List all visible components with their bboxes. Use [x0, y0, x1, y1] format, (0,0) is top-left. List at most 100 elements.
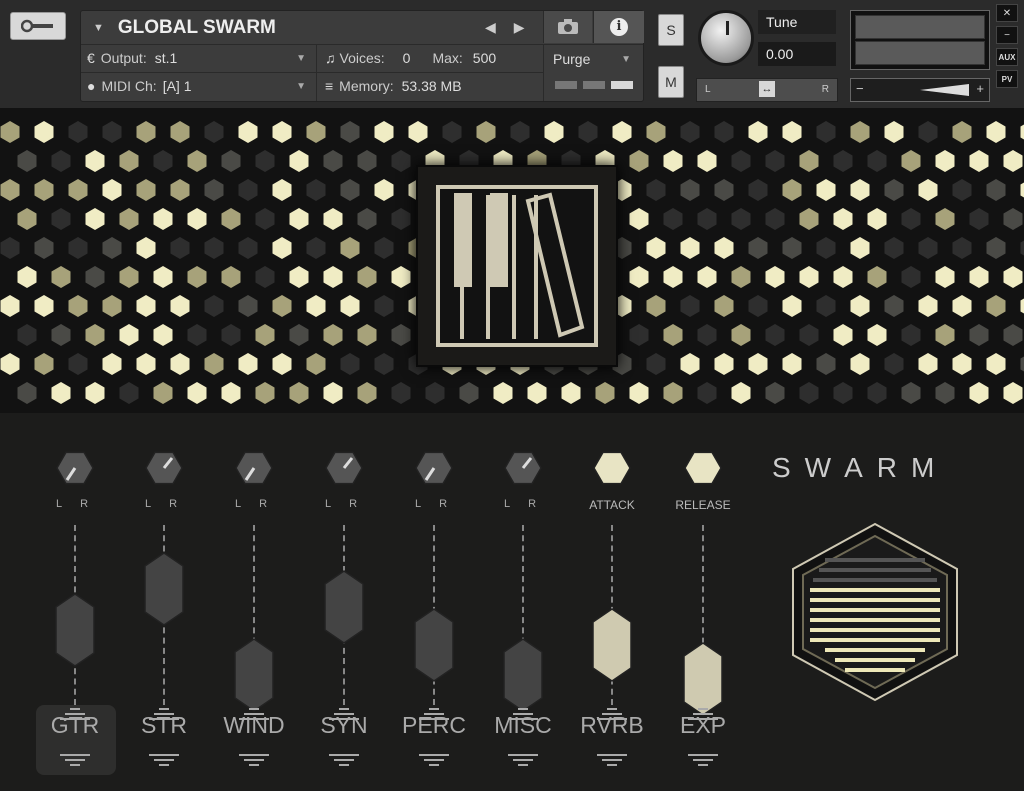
pan-slider[interactable]: L ↔ R: [696, 78, 838, 102]
hex-cell: [850, 237, 870, 259]
hex-cell: [663, 324, 683, 346]
release-knob[interactable]: [683, 448, 723, 488]
midi-channel-selector[interactable]: ● MIDI Ch: [A] 1 ▼: [87, 73, 312, 99]
hex-cell: [986, 121, 1006, 143]
hex-cell: [17, 324, 37, 346]
hex-cell: [187, 266, 207, 288]
next-arrow-icon[interactable]: ▶: [514, 19, 525, 36]
attack-knob[interactable]: [592, 448, 632, 488]
hex-cell: [255, 324, 275, 346]
exp-fader[interactable]: [683, 642, 723, 716]
hex-cell: [221, 208, 241, 230]
wind-pan-knob[interactable]: [234, 448, 274, 488]
hex-cell: [119, 150, 139, 172]
misc-channel-label[interactable]: MISC: [478, 712, 568, 739]
solo-button[interactable]: S: [658, 14, 684, 46]
hex-cell: [629, 208, 649, 230]
hex-cell: [425, 382, 445, 404]
hex-cell: [952, 295, 972, 317]
str-channel-label[interactable]: STR: [119, 712, 209, 739]
exp-channel-label[interactable]: EXP: [658, 712, 748, 739]
misc-fader[interactable]: [503, 637, 543, 712]
wrench-icon[interactable]: [10, 12, 66, 40]
wind-fader[interactable]: [234, 637, 274, 712]
misc-pan-knob[interactable]: [503, 448, 543, 488]
gtr-fader[interactable]: [55, 592, 95, 667]
perc-pan-knob[interactable]: [414, 448, 454, 488]
hex-cell: [952, 179, 972, 201]
hex-cell: [1020, 124, 1024, 140]
output-selector[interactable]: € Output: st.1 ▼: [87, 45, 312, 71]
pan-handle[interactable]: ↔: [759, 81, 775, 97]
syn-pan-knob[interactable]: [324, 448, 364, 488]
grille-line: [810, 618, 940, 622]
hex-cell: [340, 179, 360, 201]
hex-cell: [935, 324, 955, 346]
hex-cell: [391, 208, 411, 230]
hex-cell: [935, 266, 955, 288]
rvrb-channel-label[interactable]: RVRB: [567, 712, 657, 739]
hex-cell: [714, 121, 734, 143]
hex-cell: [1003, 382, 1023, 404]
hex-cell: [935, 382, 955, 404]
hex-cell: [782, 179, 802, 201]
hex-cell: [952, 121, 972, 143]
hex-cell: [391, 266, 411, 288]
swarm-trigger-button[interactable]: [790, 522, 960, 702]
hex-cell: [918, 353, 938, 375]
hex-cell: [646, 179, 666, 201]
hex-cell: [51, 324, 71, 346]
max-voices-field[interactable]: 500: [473, 50, 496, 66]
volume-minus[interactable]: −: [856, 81, 864, 96]
hex-cell: [748, 237, 768, 259]
hex-cell: [408, 121, 428, 143]
purge-menu[interactable]: Purge ▼: [543, 45, 643, 73]
hex-cell: [510, 121, 530, 143]
instrument-name: GLOBAL SWARM: [117, 17, 276, 38]
gtr-pan-knob[interactable]: [55, 448, 95, 488]
perc-channel-label[interactable]: PERC: [389, 712, 479, 739]
syn-fader[interactable]: [324, 570, 364, 644]
camera-icon[interactable]: [543, 11, 592, 43]
pv-button[interactable]: PV: [996, 70, 1018, 88]
attack-label: ATTACK: [589, 498, 635, 512]
tune-value[interactable]: 0.00: [758, 42, 836, 66]
volume-slider[interactable]: − +: [850, 78, 990, 102]
gtr-channel-label[interactable]: GTR: [30, 712, 120, 739]
collapse-arrow-icon[interactable]: ▼: [93, 22, 104, 34]
hex-cell: [0, 237, 20, 259]
hex-cell: [357, 324, 377, 346]
volume-plus[interactable]: +: [976, 81, 984, 96]
grille-line: [810, 598, 940, 602]
hex-cell: [1003, 266, 1023, 288]
rvrb-fader[interactable]: [592, 607, 632, 682]
str-fader[interactable]: [144, 552, 184, 626]
tune-knob[interactable]: [698, 10, 754, 66]
hex-cell: [238, 353, 258, 375]
mute-button[interactable]: M: [658, 66, 684, 98]
aux-button[interactable]: AUX: [996, 48, 1018, 66]
wind-channel-label[interactable]: WIND: [209, 712, 299, 739]
hex-cell: [306, 237, 326, 259]
hex-cell: [901, 324, 921, 346]
str-pan-knob[interactable]: [144, 448, 184, 488]
info-button[interactable]: i: [593, 11, 644, 43]
close-button[interactable]: ✕: [996, 4, 1018, 22]
midi-icon: ●: [87, 78, 96, 94]
hex-cell: [901, 150, 921, 172]
hex-cell: [765, 266, 785, 288]
minimize-button[interactable]: −: [996, 26, 1018, 44]
perc-fader[interactable]: [414, 607, 454, 682]
hex-cell: [204, 353, 224, 375]
hex-cell: [731, 208, 751, 230]
syn-channel-label[interactable]: SYN: [299, 712, 389, 739]
hex-cell: [765, 150, 785, 172]
instrument-title[interactable]: ▼ GLOBAL SWARM: [87, 13, 547, 43]
hex-cell: [918, 295, 938, 317]
grille-line: [825, 648, 925, 652]
purge-meters: [555, 81, 633, 89]
prev-arrow-icon[interactable]: ◀: [485, 19, 496, 36]
piano-keys-icon: [454, 192, 585, 339]
hex-cell: [986, 353, 1006, 375]
hex-cell: [595, 382, 615, 404]
